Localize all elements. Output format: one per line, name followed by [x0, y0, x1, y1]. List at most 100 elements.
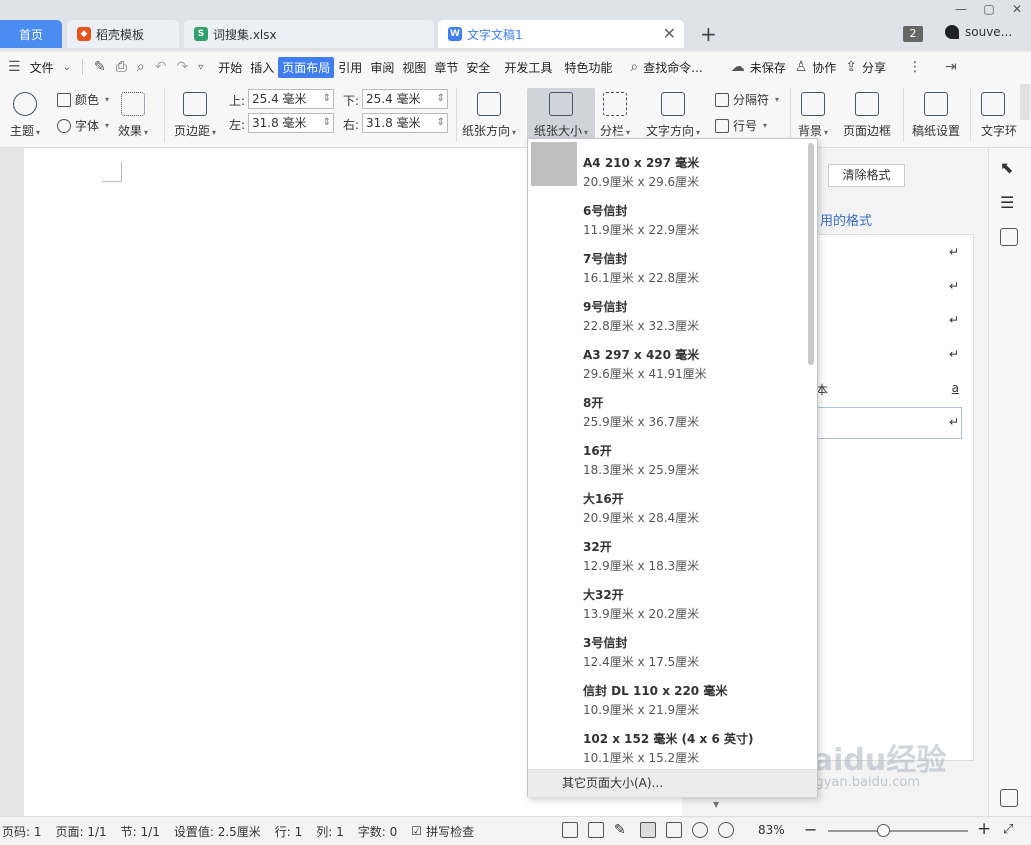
- maximize-icon[interactable]: ▢: [975, 0, 1003, 20]
- fullscreen-icon[interactable]: [562, 822, 578, 838]
- select-cursor-icon[interactable]: ⬉: [1000, 158, 1018, 177]
- pin-icon[interactable]: ⇥: [945, 59, 957, 75]
- print-icon[interactable]: ⎙: [116, 59, 127, 75]
- paper-size-option[interactable]: 3号信封 12.4厘米 x 17.5厘米: [528, 625, 808, 673]
- status-pages[interactable]: 页面: 1/1: [56, 823, 107, 840]
- ribbon-scroll-handle[interactable]: [1020, 84, 1030, 120]
- paper-size-option[interactable]: 32开 12.9厘米 x 18.3厘米: [528, 529, 808, 577]
- status-page-code[interactable]: 页码: 1: [2, 823, 42, 840]
- web-view-icon[interactable]: [692, 822, 708, 838]
- translate-icon[interactable]: [1000, 228, 1018, 246]
- chevron-down-icon[interactable]: ⌄: [63, 62, 71, 73]
- redo-icon[interactable]: ↷: [176, 59, 188, 75]
- status-setting[interactable]: 设置值: 2.5厘米: [174, 823, 261, 840]
- paper-size-option[interactable]: 9号信封 22.8厘米 x 32.3厘米: [528, 289, 808, 337]
- unsaved-status[interactable]: 未保存: [750, 57, 790, 78]
- zoom-out-icon[interactable]: −: [804, 820, 817, 839]
- effect-button[interactable]: 效果 ▾: [118, 92, 148, 139]
- tab-spreadsheet[interactable]: S 词搜集.xlsx: [184, 20, 434, 48]
- menu-insert[interactable]: 插入: [246, 57, 278, 78]
- menu-review[interactable]: 审阅: [366, 57, 398, 78]
- status-row[interactable]: 行: 1: [275, 823, 303, 840]
- tab-count-badge[interactable]: 2: [903, 26, 923, 42]
- paper-size-option[interactable]: 大16开 20.9厘米 x 28.4厘米: [528, 481, 808, 529]
- page-border-button[interactable]: 页面边框: [843, 92, 891, 139]
- paper-size-option[interactable]: 16开 18.3厘米 x 25.9厘米: [528, 433, 808, 481]
- paper-size-option[interactable]: A3 297 x 420 毫米 29.6厘米 x 41.91厘米: [528, 337, 808, 385]
- collaborate-button[interactable]: 协作: [812, 57, 840, 78]
- status-section[interactable]: 节: 1/1: [121, 823, 160, 840]
- separator-button[interactable]: 分隔符 ▾: [715, 91, 779, 108]
- color-button[interactable]: 颜色 ▾: [57, 91, 109, 108]
- zoom-slider-handle[interactable]: [877, 824, 890, 837]
- paper-size-option[interactable]: A4 210 x 297 毫米 20.9厘米 x 29.6厘米: [528, 145, 808, 193]
- tab-docer[interactable]: ◆ 稻壳模板: [67, 20, 179, 48]
- eye-protect-icon[interactable]: [718, 822, 734, 838]
- font-button[interactable]: 字体 ▾: [57, 117, 109, 134]
- menu-security[interactable]: 安全: [462, 57, 494, 78]
- more-icon[interactable]: ⋮: [908, 59, 922, 75]
- page-view-icon[interactable]: [640, 822, 656, 838]
- background-button[interactable]: 背景 ▾: [798, 92, 828, 139]
- menu-developer[interactable]: 开发工具: [500, 57, 556, 78]
- line-number-button[interactable]: 行号 ▾: [715, 117, 767, 134]
- style-list[interactable]: ↵ ↵ ↵ ↵ a ↵: [806, 234, 974, 761]
- hamburger-icon[interactable]: ☰: [8, 59, 21, 75]
- menu-view[interactable]: 视图: [398, 57, 430, 78]
- text-direction-button[interactable]: 文字方向 ▾: [646, 92, 700, 139]
- text-wrap-button[interactable]: 文字环: [981, 92, 1019, 139]
- undo-icon[interactable]: ↶: [155, 59, 167, 75]
- bottom-margin-input[interactable]: 25.4 毫米: [362, 89, 448, 109]
- menu-references[interactable]: 引用: [334, 57, 366, 78]
- tab-document[interactable]: W 文字文稿1 ✕: [438, 20, 684, 48]
- read-mode-icon[interactable]: [588, 822, 604, 838]
- theme-button[interactable]: 主题 ▾: [10, 92, 40, 139]
- menu-page-layout[interactable]: 页面布局: [278, 56, 335, 78]
- clear-format-button[interactable]: 清除格式: [828, 164, 905, 187]
- zoom-slider-track[interactable]: [828, 830, 968, 832]
- paper-size-option[interactable]: 信封 DL 110 x 220 毫米 10.9厘米 x 21.9厘米: [528, 673, 808, 721]
- customize-icon[interactable]: ▿: [198, 62, 203, 73]
- zoom-in-icon[interactable]: +: [977, 819, 991, 839]
- close-window-icon[interactable]: ✕: [1003, 0, 1031, 20]
- menu-file[interactable]: 文件: [26, 57, 58, 78]
- tab-home[interactable]: 首页: [0, 20, 62, 48]
- adjust-icon[interactable]: ☰: [1000, 193, 1018, 212]
- minimize-icon[interactable]: —: [947, 0, 975, 20]
- apps-grid-icon[interactable]: [1000, 789, 1018, 807]
- columns-button[interactable]: 分栏 ▾: [600, 92, 630, 139]
- style-selected-row[interactable]: [806, 407, 962, 439]
- print-preview-icon[interactable]: ⌕: [137, 59, 145, 75]
- dropdown-scrollbar[interactable]: [808, 143, 814, 365]
- menu-start[interactable]: 开始: [214, 57, 246, 78]
- scroll-down-icon[interactable]: ▼: [713, 800, 719, 809]
- spell-check-button[interactable]: 拼写检查: [426, 823, 474, 840]
- paper-size-button[interactable]: 纸张大小 ▾: [527, 88, 595, 140]
- paper-size-option[interactable]: 7号信封 16.1厘米 x 22.8厘米: [528, 241, 808, 289]
- status-col[interactable]: 列: 1: [316, 823, 344, 840]
- orientation-button[interactable]: 纸张方向 ▾: [462, 92, 516, 139]
- top-margin-input[interactable]: 25.4 毫米: [248, 89, 334, 109]
- status-words[interactable]: 字数: 0: [358, 823, 398, 840]
- command-search[interactable]: 查找命令...: [643, 57, 706, 78]
- close-tab-icon[interactable]: ✕: [663, 24, 676, 43]
- share-button[interactable]: 分享: [862, 57, 890, 78]
- outline-view-icon[interactable]: [666, 822, 682, 838]
- expand-icon[interactable]: ⤢: [1003, 822, 1019, 838]
- menu-chapter[interactable]: 章节: [430, 57, 462, 78]
- edit-mode-icon[interactable]: ✎: [614, 822, 630, 838]
- format-painter-icon[interactable]: ✎: [94, 59, 106, 75]
- right-margin-input[interactable]: 31.8 毫米: [362, 113, 448, 133]
- manuscript-button[interactable]: 稿纸设置: [912, 92, 960, 139]
- menu-special[interactable]: 特色功能: [560, 57, 616, 78]
- paper-size-option[interactable]: 102 x 152 毫米 (4 x 6 英寸) 10.1厘米 x 15.2厘米: [528, 721, 808, 769]
- user-account[interactable]: souve...: [945, 25, 1012, 39]
- new-tab-icon[interactable]: +: [700, 22, 717, 46]
- left-margin-input[interactable]: 31.8 毫米: [248, 113, 334, 133]
- paper-size-option[interactable]: 6号信封 11.9厘米 x 22.9厘米: [528, 193, 808, 241]
- zoom-level[interactable]: 83%: [758, 823, 785, 837]
- paper-size-option[interactable]: 8开 25.9厘米 x 36.7厘米: [528, 385, 808, 433]
- other-page-size-button[interactable]: 其它页面大小(A)...: [528, 769, 817, 797]
- margins-button[interactable]: 页边距 ▾: [174, 92, 216, 139]
- paper-size-option[interactable]: 大32开 13.9厘米 x 20.2厘米: [528, 577, 808, 625]
